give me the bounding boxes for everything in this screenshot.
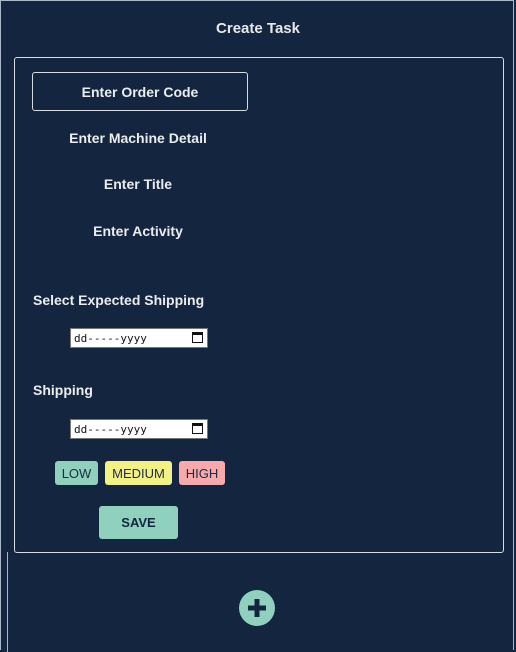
activity-input[interactable]: Enter Activity <box>32 223 244 239</box>
order-code-input[interactable]: Enter Order Code <box>32 72 248 111</box>
save-button[interactable]: SAVE <box>99 506 178 539</box>
divider <box>7 552 8 652</box>
shipping-date-input[interactable]: dd-----yyyy <box>70 419 208 439</box>
shipping-date-value: dd-----yyyy <box>74 422 147 436</box>
expected-shipping-date-input[interactable]: dd-----yyyy <box>70 328 208 348</box>
calendar-icon[interactable] <box>192 423 203 434</box>
page-title: Create Task <box>216 20 300 37</box>
expected-shipping-label: Select Expected Shipping <box>33 292 205 308</box>
plus-icon <box>248 599 266 617</box>
priority-low-button[interactable]: LOW <box>55 461 98 485</box>
priority-medium-button[interactable]: MEDIUM <box>105 461 172 485</box>
machine-detail-input[interactable]: Enter Machine Detail <box>32 130 244 146</box>
shipping-label: Shipping <box>33 382 93 398</box>
title-input[interactable]: Enter Title <box>32 176 244 192</box>
add-task-button[interactable] <box>239 590 275 626</box>
order-code-placeholder: Enter Order Code <box>81 83 199 100</box>
expected-shipping-date-value: dd-----yyyy <box>74 331 147 345</box>
calendar-icon[interactable] <box>192 332 203 343</box>
priority-high-button[interactable]: HIGH <box>179 461 225 485</box>
